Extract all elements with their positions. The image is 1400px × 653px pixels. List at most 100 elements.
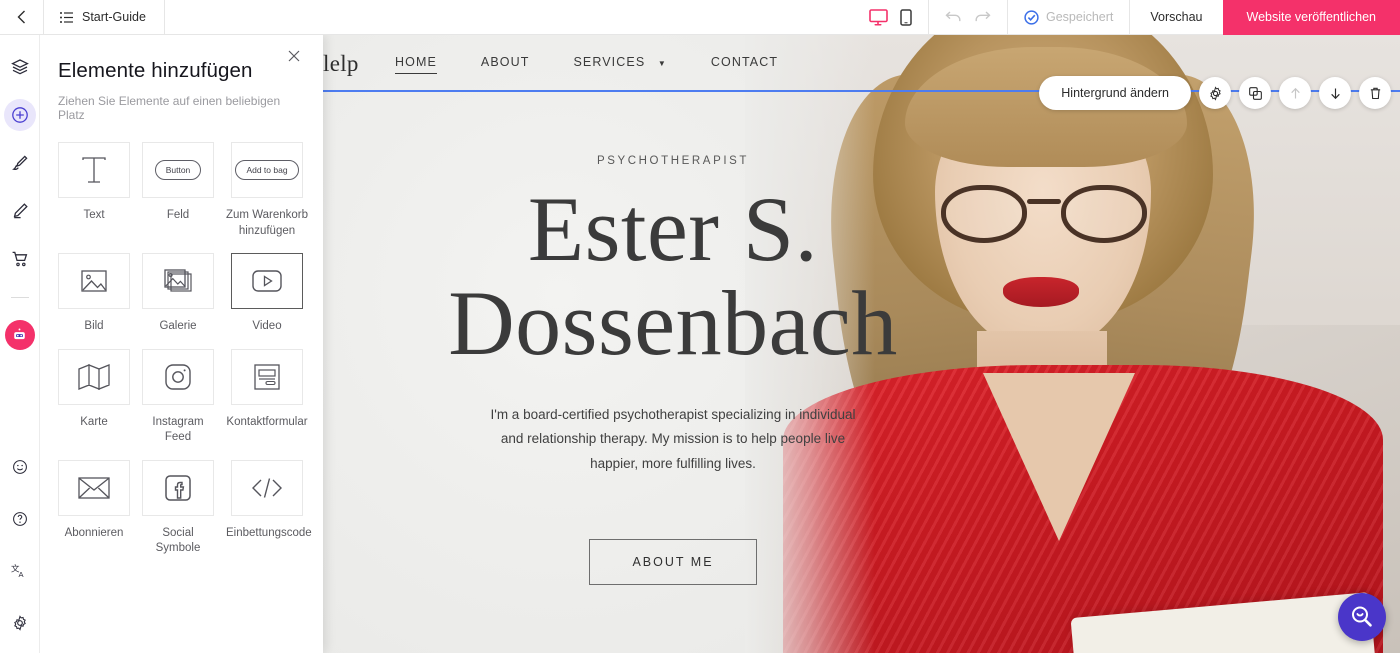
rail-item-help[interactable] <box>4 503 36 535</box>
phone-icon <box>900 8 912 26</box>
top-toolbar-right: Gespeichert Vorschau Website veröffentli… <box>853 0 1400 35</box>
nav-label: CONTACT <box>710 55 779 69</box>
element-card-instagram-feed[interactable]: Instagram Feed <box>142 348 214 446</box>
trash-icon <box>1370 87 1380 99</box>
element-card-bild[interactable]: Bild <box>58 253 130 335</box>
element-grid: Text Button Feld Add to bag Zum Warenkor… <box>40 122 323 577</box>
hero-heading: Ester S. Dossenbach <box>448 178 898 374</box>
nav-link-home[interactable]: HOME <box>395 55 437 74</box>
rail-item-add-element[interactable] <box>3 99 36 131</box>
search-assistant-fab[interactable] <box>1338 593 1386 641</box>
hero-section: lelp HOME ABOUT SERVICES ▼ CONTACT PSYCH… <box>323 35 1400 653</box>
element-card-einbettungscode[interactable]: Einbettungscode <box>226 459 312 557</box>
close-panel-button[interactable] <box>283 45 305 67</box>
button-pill-icon: Button <box>154 160 202 180</box>
redo-arrow-icon <box>975 10 991 21</box>
element-card-karte[interactable]: Karte <box>58 348 130 446</box>
element-card-feld[interactable]: Button Feld <box>142 142 214 239</box>
element-thumb <box>231 348 303 405</box>
move-section-down-button[interactable] <box>1319 77 1351 109</box>
saved-label: Gespeichert <box>1045 10 1114 24</box>
publish-website-button[interactable]: Website veröffentlichen <box>1222 0 1400 35</box>
instagram-icon <box>165 363 191 390</box>
element-label: Instagram Feed <box>152 415 204 444</box>
arrow-up-icon <box>1290 87 1300 98</box>
hero-heading-line2: Dossenbach <box>448 271 898 374</box>
delete-section-button[interactable] <box>1359 77 1391 109</box>
back-button[interactable] <box>0 0 44 34</box>
mobile-view-button[interactable] <box>900 8 912 26</box>
nav-links: HOME ABOUT SERVICES ▼ CONTACT <box>395 55 778 74</box>
rail-item-assistant[interactable] <box>4 320 35 350</box>
search-smile-icon <box>1352 606 1372 627</box>
add-element-icon <box>11 107 28 123</box>
nav-link-contact[interactable]: CONTACT <box>711 55 778 74</box>
rail-item-smiley[interactable] <box>4 451 36 483</box>
history-group <box>927 0 1007 35</box>
nav-link-about[interactable]: ABOUT <box>481 55 530 74</box>
rail-item-layers[interactable] <box>4 51 36 83</box>
element-card-add-to-cart[interactable]: Add to bag Zum Warenkorb hinzufügen <box>226 142 308 239</box>
element-label: Video <box>252 320 282 333</box>
text-t-icon <box>82 157 106 183</box>
element-card-video[interactable]: Video <box>226 253 308 335</box>
element-thumb <box>58 253 130 310</box>
glasses-bridge <box>1027 199 1061 204</box>
start-guide-label: Start-Guide <box>82 10 146 24</box>
element-card-galerie[interactable]: Galerie <box>142 253 214 335</box>
element-label: Bild <box>84 320 104 333</box>
element-card-abonnieren[interactable]: Abonnieren <box>58 459 130 557</box>
section-settings-button[interactable] <box>1199 77 1231 109</box>
code-embed-icon <box>252 477 282 498</box>
smiley-icon <box>12 460 27 474</box>
element-thumb <box>231 253 303 310</box>
rail-item-brush[interactable] <box>4 147 36 179</box>
envelope-icon <box>78 476 110 499</box>
rail-item-translate[interactable]: 文 A <box>4 555 36 587</box>
change-background-button[interactable]: Hintergrund ändern <box>1039 76 1191 110</box>
element-label: Social Symbole <box>155 526 201 555</box>
close-icon <box>288 50 300 62</box>
facebook-icon <box>165 474 191 501</box>
rail-item-pen-edit[interactable] <box>4 195 36 227</box>
desktop-view-button[interactable] <box>869 8 888 26</box>
undo-arrow-icon <box>945 10 961 21</box>
save-status-group: Gespeichert <box>1006 0 1129 35</box>
nav-link-services[interactable]: SERVICES ▼ <box>573 55 666 74</box>
svg-text:A: A <box>19 570 25 579</box>
element-card-social-symbole[interactable]: Social Symbole <box>142 459 214 557</box>
nav-label: HOME <box>395 55 437 69</box>
hero-heading-line1: Ester S. <box>527 178 819 280</box>
brush-icon <box>11 155 28 171</box>
duplicate-section-button[interactable] <box>1239 77 1271 109</box>
publish-label: Website veröffentlichen <box>1246 10 1376 24</box>
panel-subtitle: Ziehen Sie Elemente auf einen beliebigen… <box>58 94 281 122</box>
help-question-icon <box>12 512 27 526</box>
app-root: Start-Guide Gespeichert Vorschau Website… <box>0 0 1400 653</box>
top-toolbar: Start-Guide Gespeichert Vorschau Website… <box>0 0 1400 35</box>
element-label: Feld <box>166 209 190 221</box>
add-elements-panel: Elemente hinzufügen Ziehen Sie Elemente … <box>40 35 323 653</box>
undo-button[interactable] <box>945 9 962 26</box>
hero-content: PSYCHOTHERAPIST Ester S. Dossenbach I'm … <box>323 155 1023 585</box>
move-section-up-button[interactable] <box>1279 77 1311 109</box>
hero-eyebrow: PSYCHOTHERAPIST <box>596 155 750 167</box>
arrow-down-icon <box>1330 88 1340 99</box>
nav-label: ABOUT <box>480 55 530 69</box>
element-label: Galerie <box>159 320 197 333</box>
element-card-kontaktformular[interactable]: Kontaktformular <box>226 348 308 446</box>
rail-item-cart[interactable] <box>4 243 36 275</box>
preview-button[interactable]: Vorschau <box>1129 0 1222 35</box>
monitor-icon <box>869 8 888 25</box>
site-logo[interactable]: lelp <box>323 51 359 77</box>
gallery-icon <box>164 269 192 292</box>
start-guide-button[interactable]: Start-Guide <box>44 0 165 34</box>
element-card-text[interactable]: Text <box>58 142 130 239</box>
layers-icon <box>10 59 29 75</box>
hero-cta-button[interactable]: ABOUT ME <box>589 538 757 585</box>
video-play-icon <box>252 270 282 292</box>
rail-item-settings[interactable] <box>4 607 36 639</box>
redo-button[interactable] <box>974 9 991 26</box>
hero-paragraph: I'm a board-certified psychotherapist sp… <box>490 406 856 472</box>
duplicate-icon <box>1248 86 1262 100</box>
